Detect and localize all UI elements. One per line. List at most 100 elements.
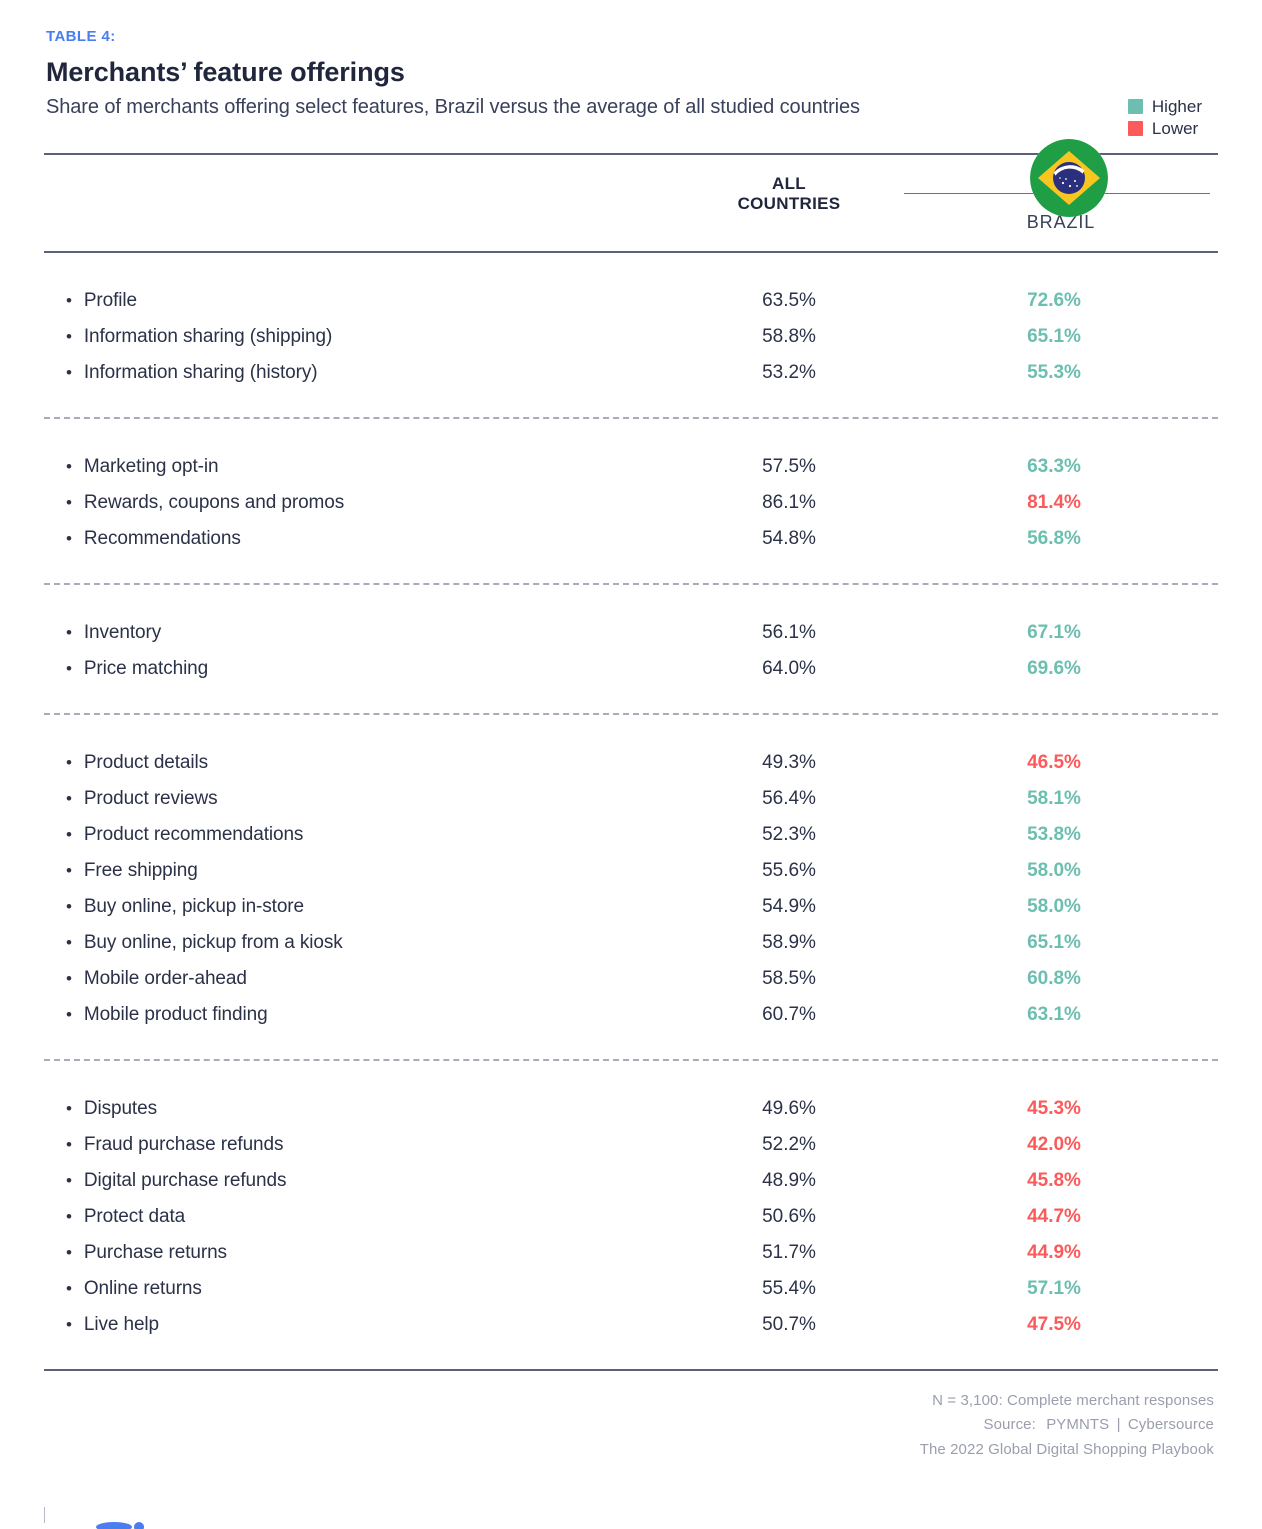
bullet-icon: • <box>66 529 72 548</box>
bullet-icon: • <box>66 1099 72 1118</box>
footnote-sample-size: N = 3,100: Complete merchant responses <box>932 1392 1214 1409</box>
table-row: • Information sharing (shipping) 58.8% 65.1… <box>44 319 1218 355</box>
table-row: • Live help 50.7% 47.5% <box>44 1307 1218 1343</box>
cell-brazil-value: 81.4% <box>1027 492 1081 513</box>
table-row: • Mobile product finding 60.7% 63.1% <box>44 997 1218 1033</box>
cell-feature: • Rewards, coupons and promos <box>44 492 674 514</box>
group-spacer-top <box>44 253 1218 283</box>
cell-all-countries-value: 55.6% <box>762 860 816 881</box>
table-row: • Rewards, coupons and promos 86.1% 81.4% <box>44 485 1218 521</box>
bullet-icon: • <box>66 659 72 678</box>
feature-label: Product reviews <box>83 788 218 809</box>
cell-brazil-value: 58.0% <box>1027 896 1081 917</box>
cell-brazil-value: 65.1% <box>1027 932 1081 953</box>
cell-brazil-value: 53.8% <box>1027 824 1081 845</box>
bullet-icon: • <box>66 1171 72 1190</box>
table-row: • Buy online, pickup from a kiosk 58.9% 65.… <box>44 925 1218 961</box>
feature-label: Product details <box>83 752 209 773</box>
table-row: • Online returns 55.4% 57.1% <box>44 1271 1218 1307</box>
feature-label: Rewards, coupons and promos <box>83 492 345 513</box>
cell-brazil-value: 45.8% <box>1027 1170 1081 1191</box>
cell-feature: • Protect data <box>44 1206 674 1228</box>
footnote-source-pymnts: PYMNTS <box>1046 1416 1110 1434</box>
table-row: • Product recommendations 52.3% 53.8% <box>44 817 1218 853</box>
table-row: • Fraud purchase refunds 52.2% 42.0% <box>44 1127 1218 1163</box>
group-spacer-bottom <box>44 557 1218 583</box>
brazil-flag-svg <box>1030 139 1108 217</box>
group-spacer-bottom <box>44 1033 1218 1059</box>
feature-label: Fraud purchase refunds <box>83 1134 284 1155</box>
cell-brazil-value: 44.9% <box>1027 1242 1081 1263</box>
cell-feature: • Buy online, pickup in-store <box>44 896 674 918</box>
bullet-icon: • <box>66 897 72 916</box>
cell-feature: • Information sharing (shipping) <box>44 326 674 348</box>
bullet-icon: • <box>66 1207 72 1226</box>
footnote-source-separator: | <box>1116 1416 1121 1434</box>
legend: Higher Lower <box>1127 98 1202 138</box>
table-row: • Recommendations 54.8% 56.8% <box>44 521 1218 557</box>
cell-all-countries-value: 51.7% <box>762 1242 816 1263</box>
cell-feature: • Buy online, pickup from a kiosk <box>44 932 674 954</box>
feature-label: Inventory <box>83 622 162 643</box>
table-row: • Price matching 64.0% 69.6% <box>44 651 1218 687</box>
feature-label: Purchase returns <box>83 1242 227 1263</box>
cell-feature: • Product details <box>44 752 674 774</box>
cell-brazil-value: 58.0% <box>1027 860 1081 881</box>
table-row: • Product reviews 56.4% 58.1% <box>44 781 1218 817</box>
cell-all-countries-value: 54.8% <box>762 528 816 549</box>
group-spacer-top <box>44 585 1218 615</box>
page-title: Merchants’ feature offerings <box>46 57 405 87</box>
feature-label: Information sharing (shipping) <box>83 326 333 347</box>
bullet-icon: • <box>66 933 72 952</box>
cell-feature: • Digital purchase refunds <box>44 1170 674 1192</box>
feature-label: Live help <box>83 1314 160 1335</box>
table-row: • Marketing opt-in 57.5% 63.3% <box>44 449 1218 485</box>
cell-all-countries-value: 56.1% <box>762 622 816 643</box>
cell-feature: • Fraud purchase refunds <box>44 1134 674 1156</box>
table-row: • Profile 63.5% 72.6% <box>44 283 1218 319</box>
cell-brazil-value: 63.1% <box>1027 1004 1081 1025</box>
feature-label: Buy online, pickup in-store <box>83 896 305 917</box>
cell-feature: • Product reviews <box>44 788 674 810</box>
table-bottom-rule <box>44 1369 1218 1371</box>
legend-item-lower: Lower <box>1127 119 1202 138</box>
legend-item-higher: Higher <box>1127 98 1202 115</box>
cell-all-countries-value: 86.1% <box>762 492 816 513</box>
cell-brazil-value: 46.5% <box>1027 752 1081 773</box>
cell-feature: • Information sharing (history) <box>44 362 674 384</box>
feature-label: Free shipping <box>83 860 198 881</box>
group-spacer-top <box>44 715 1218 745</box>
feature-label: Information sharing (history) <box>83 362 318 383</box>
cell-brazil-value: 58.1% <box>1027 788 1081 809</box>
feature-label: Disputes <box>83 1098 157 1119</box>
table-group: • Inventory 56.1% 67.1% • Price matching 64.0%… <box>44 585 1218 713</box>
header-all-countries-line2: COUNTRIES <box>737 194 841 214</box>
header-all-countries-line1: ALL <box>772 173 806 193</box>
table-group: • Marketing opt-in 57.5% 63.3% • Rewards, cou… <box>44 419 1218 583</box>
legend-label-lower: Lower <box>1151 119 1199 138</box>
cell-all-countries-value: 49.3% <box>762 752 816 773</box>
feature-label: Mobile order-ahead <box>83 968 247 989</box>
table-row: • Disputes 49.6% 45.3% <box>44 1091 1218 1127</box>
feature-label: Profile <box>83 290 138 311</box>
cell-all-countries-value: 58.8% <box>762 326 816 347</box>
bullet-icon: • <box>66 327 72 346</box>
table-row: • Inventory 56.1% 67.1% <box>44 615 1218 651</box>
group-spacer-top <box>44 419 1218 449</box>
header-cell-all-countries: ALL COUNTRIES <box>674 174 904 241</box>
bullet-icon: • <box>66 861 72 880</box>
feature-label: Buy online, pickup from a kiosk <box>83 932 343 953</box>
table-group: • Product details 49.3% 46.5% • Product revie… <box>44 715 1218 1059</box>
corner-tick <box>44 1507 45 1523</box>
footnote-source-cybersource: Cybersource <box>1127 1416 1214 1434</box>
bullet-icon: • <box>66 753 72 772</box>
cell-all-countries-value: 60.7% <box>762 1004 816 1025</box>
legend-swatch-higher <box>1127 99 1143 114</box>
cell-all-countries-value: 53.2% <box>762 362 816 383</box>
table-row: • Buy online, pickup in-store 54.9% 58.0% <box>44 889 1218 925</box>
legend-swatch-lower <box>1127 121 1143 136</box>
cell-brazil-value: 55.3% <box>1027 362 1081 383</box>
feature-label: Recommendations <box>83 528 241 549</box>
feature-label: Protect data <box>83 1206 186 1227</box>
cell-feature: • Purchase returns <box>44 1242 674 1264</box>
